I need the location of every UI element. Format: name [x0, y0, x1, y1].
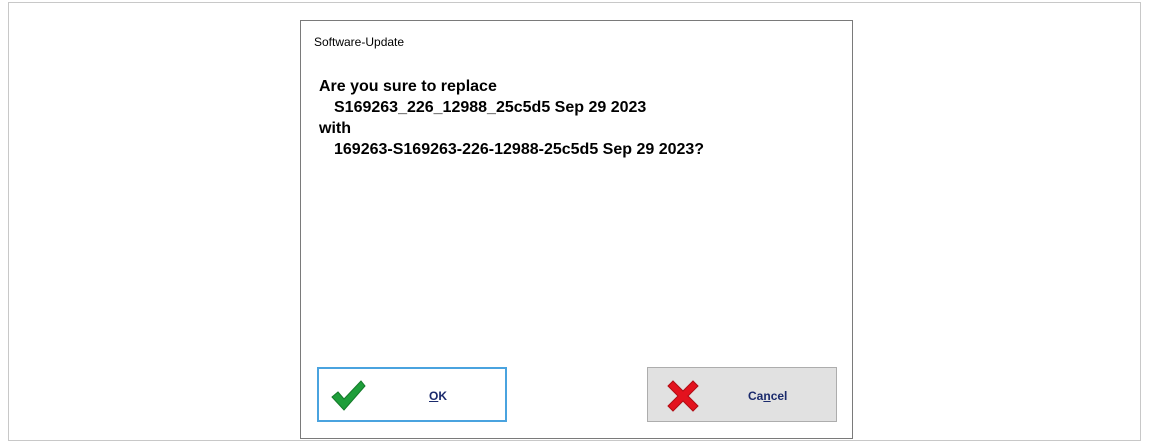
message-line-with: with — [319, 120, 351, 137]
message-line-current-version: S169263_226_12988_25c5d5 Sep 29 2023 — [334, 99, 647, 116]
message-line-new-version: 169263-S169263-226-12988-25c5d5 Sep 29 2… — [334, 141, 705, 158]
confirm-dialog: Software-Update Are you sure to replace … — [300, 20, 853, 439]
cross-icon — [667, 380, 699, 412]
ok-button-label: OK — [429, 389, 448, 403]
cancel-button-label: Cancel — [748, 389, 788, 403]
dialog-title: Software-Update — [314, 35, 405, 49]
cancel-button[interactable]: Cancel — [647, 367, 837, 422]
checkmark-icon — [331, 380, 366, 411]
ok-button[interactable]: OK — [317, 367, 507, 422]
message-line-question: Are you sure to replace — [319, 78, 497, 95]
dialog-message: Are you sure to replace S169263_226_1298… — [319, 76, 704, 160]
